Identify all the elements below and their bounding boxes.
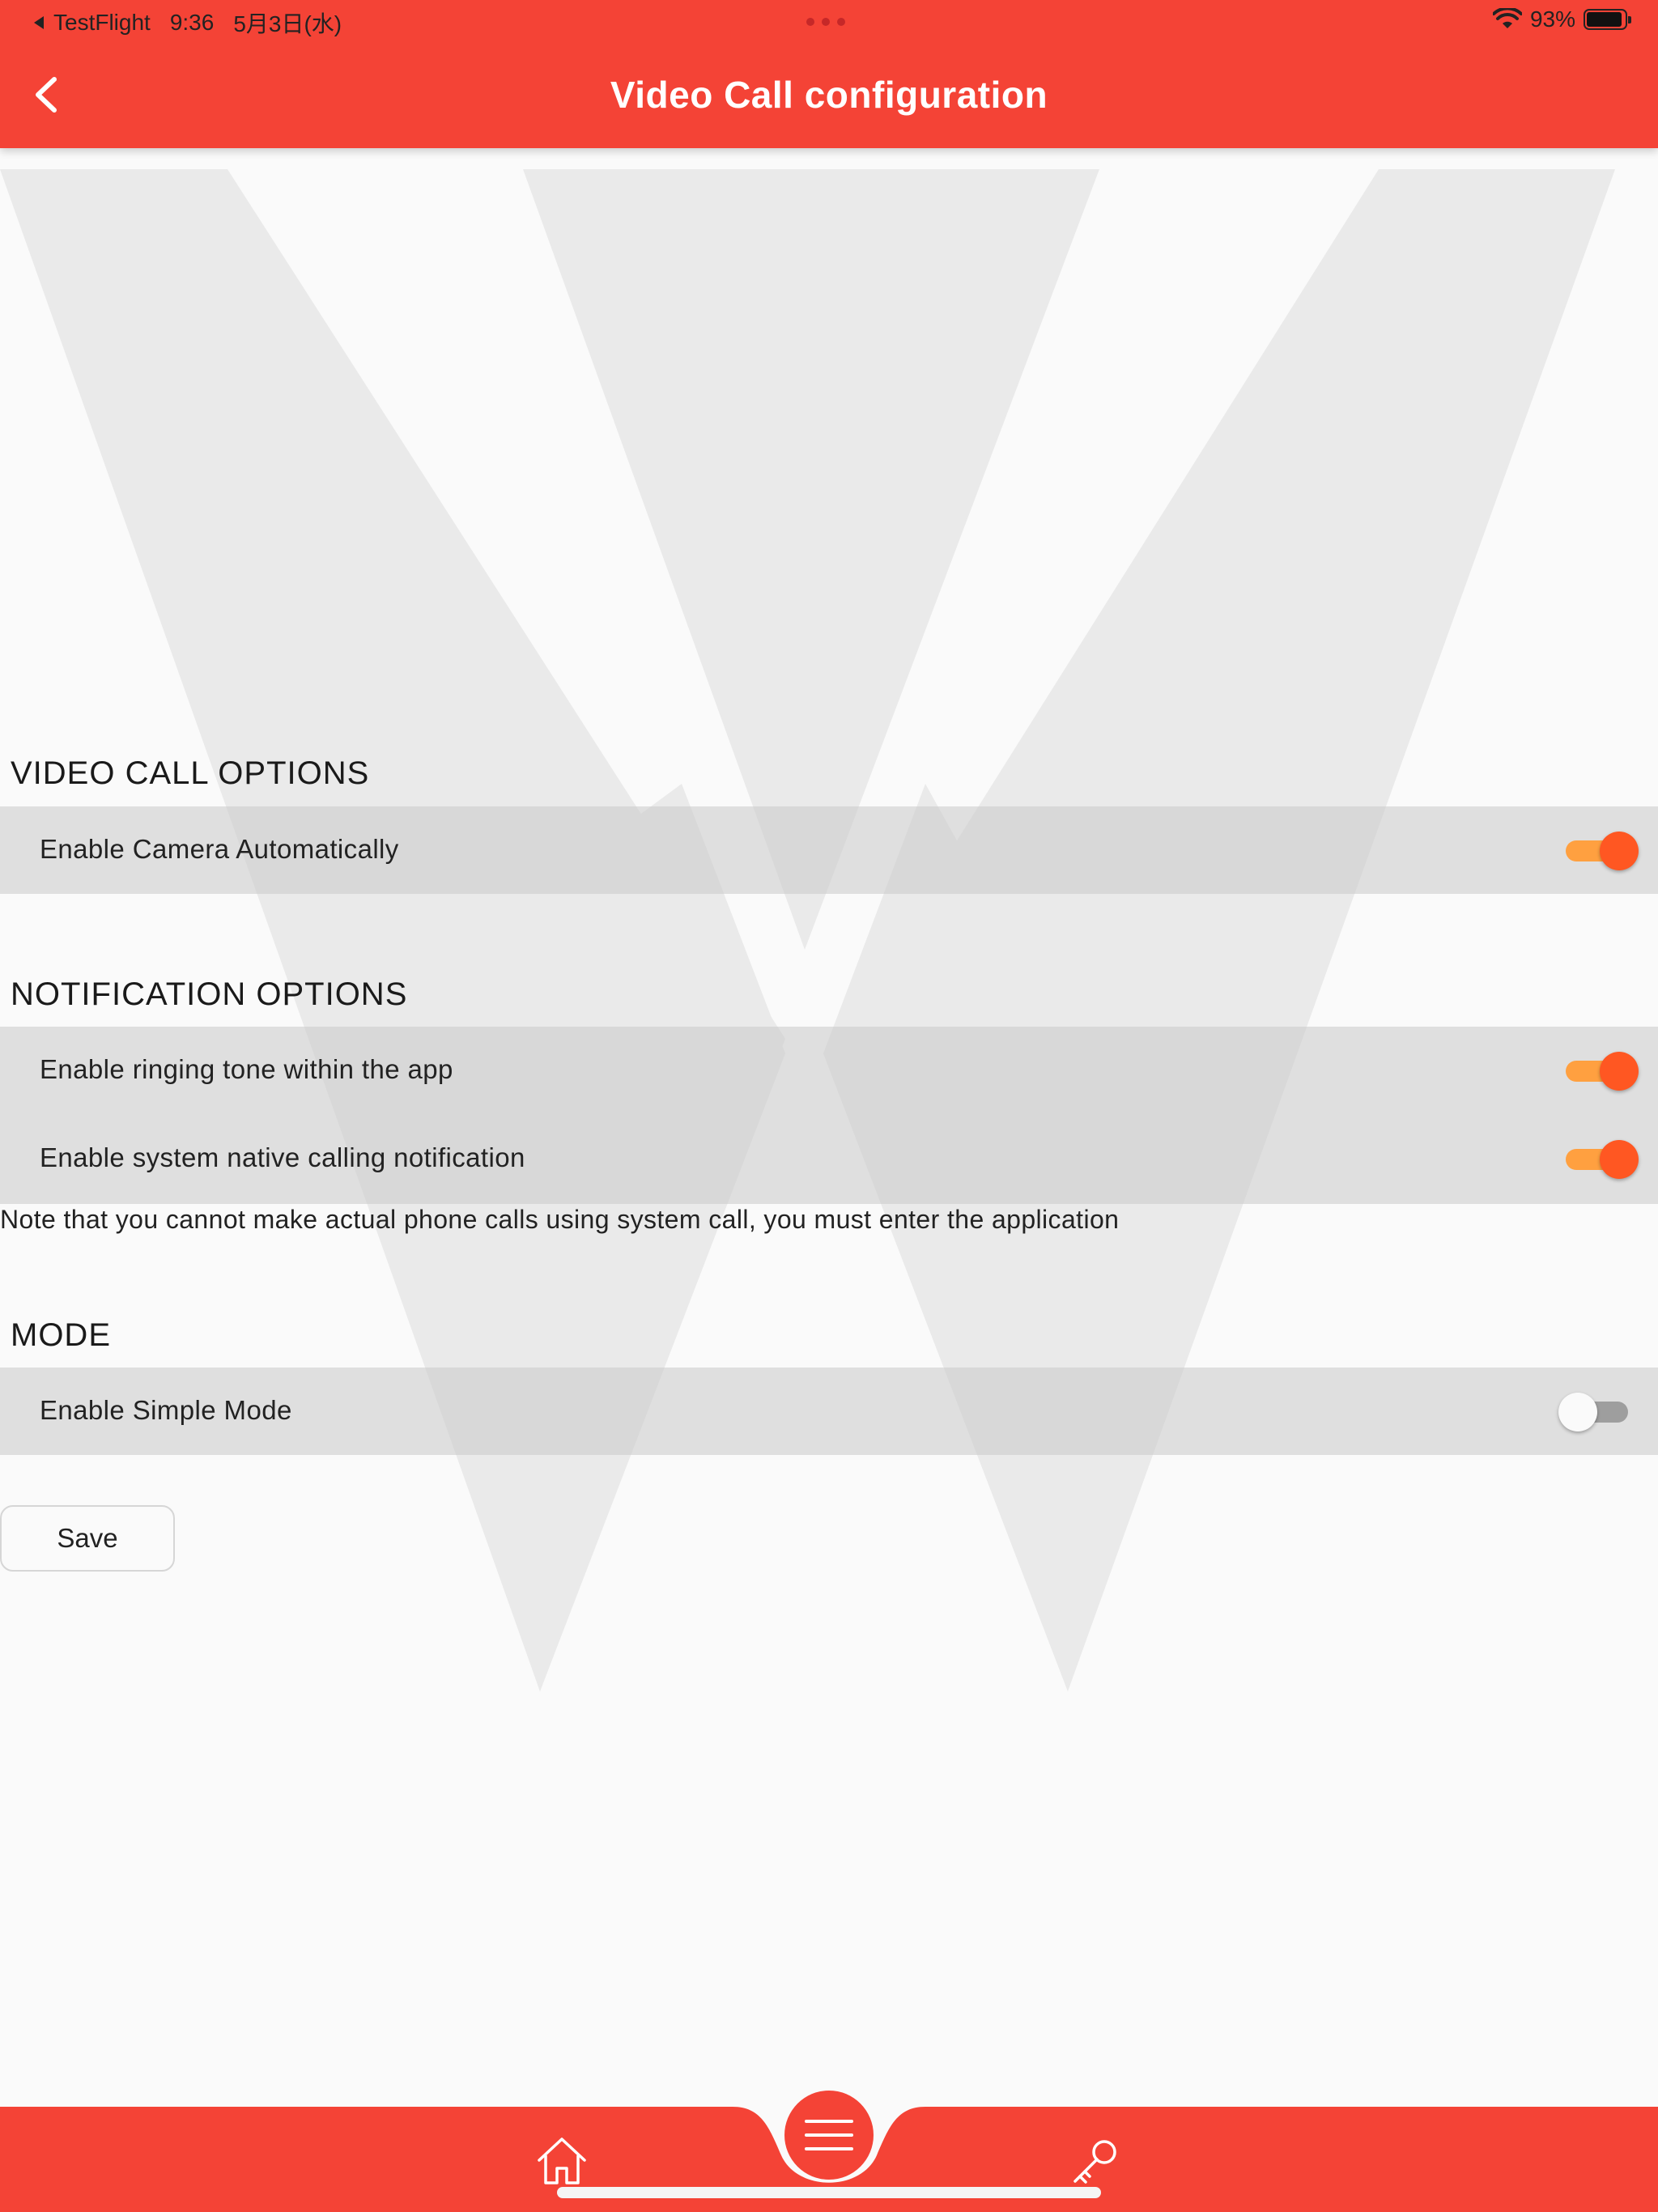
bottom-navigation-bar: [0, 2091, 1658, 2212]
status-date: 5月3日(水): [233, 11, 342, 36]
app-header: TestFlight 9:36 5月3日(水) 93% Video Call c…: [0, 0, 1658, 148]
back-to-app-link[interactable]: TestFlight: [32, 10, 151, 36]
section-heading-notification: NOTIFICATION OPTIONS: [11, 976, 408, 1012]
save-button[interactable]: Save: [0, 1505, 175, 1572]
back-triangle-icon: [34, 16, 44, 29]
option-row-native-notification[interactable]: Enable system native calling notificatio…: [0, 1116, 1658, 1204]
status-bar-left: TestFlight 9:36 5月3日(水): [32, 6, 342, 39]
key-icon: [1073, 2140, 1116, 2184]
wifi-icon: [1492, 8, 1522, 28]
home-icon: [538, 2138, 586, 2184]
toggle-native-notification[interactable]: [1562, 1138, 1639, 1179]
back-app-label: TestFlight: [53, 10, 151, 35]
toggle-camera[interactable]: [1562, 829, 1639, 870]
battery-percent: 93%: [1529, 6, 1575, 32]
notification-note: Note that you cannot make actual phone c…: [0, 1205, 1120, 1234]
option-row-ringing-tone[interactable]: Enable ringing tone within the app: [0, 1027, 1658, 1116]
menu-button[interactable]: [784, 2091, 874, 2180]
section-heading-video-call: VIDEO CALL OPTIONS: [11, 755, 370, 791]
toggle-ringing-tone[interactable]: [1562, 1049, 1639, 1091]
status-bar: TestFlight 9:36 5月3日(水) 93%: [0, 0, 1658, 44]
watermark-logo: [0, 169, 1615, 1691]
option-row-camera[interactable]: Enable Camera Automatically: [0, 806, 1658, 894]
option-label-simple-mode: Enable Simple Mode: [40, 1395, 292, 1425]
home-tab[interactable]: [536, 2136, 588, 2190]
section-heading-mode: MODE: [11, 1317, 111, 1353]
option-row-simple-mode[interactable]: Enable Simple Mode: [0, 1368, 1658, 1455]
app-screen: TestFlight 9:36 5月3日(水) 93% Video Call c…: [0, 0, 1658, 2212]
multitasking-dots-icon[interactable]: [806, 18, 845, 26]
option-label-ringing-tone: Enable ringing tone within the app: [40, 1054, 453, 1084]
status-time: 9:36: [169, 10, 215, 35]
battery-icon: [1584, 9, 1631, 30]
key-tab[interactable]: [1070, 2138, 1119, 2190]
status-bar-right: 93%: [1492, 6, 1631, 32]
option-label-native-notification: Enable system native calling notificatio…: [40, 1142, 525, 1172]
home-indicator[interactable]: [557, 2187, 1101, 2198]
page-title: Video Call configuration: [610, 74, 1048, 116]
option-label-camera: Enable Camera Automatically: [40, 834, 399, 864]
option-group-notification: Enable ringing tone within the app Enabl…: [0, 1027, 1658, 1204]
navigation-bar: Video Call configuration: [0, 44, 1658, 148]
toggle-simple-mode[interactable]: [1558, 1390, 1631, 1431]
menu-icon: [805, 2120, 853, 2150]
